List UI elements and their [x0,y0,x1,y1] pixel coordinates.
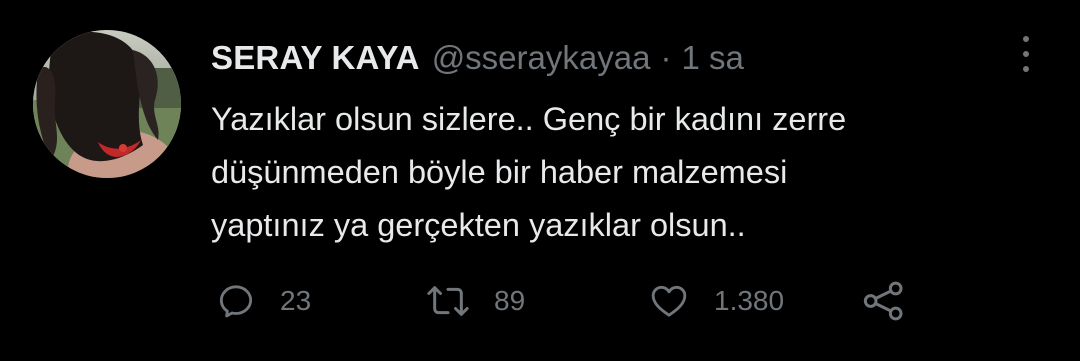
tweet-text-line: Yazıklar olsun sizlere.. Genç bir kadını… [211,101,847,137]
more-dot [1023,66,1029,72]
more-options-icon[interactable] [1012,36,1040,72]
like-count: 1.380 [714,285,785,316]
reply-count: 23 [280,285,312,316]
avatar-photo [33,30,181,178]
tweet-header: SERAY KAYA @sseraykayaa · 1 sa [211,38,744,78]
reply-icon [219,285,253,318]
avatar[interactable] [33,30,181,178]
share-icon [863,281,903,321]
heart-icon [651,285,687,317]
more-dot [1023,51,1029,57]
retweet-button[interactable]: 89 [426,280,525,322]
username-handle[interactable]: @sseraykayaa [432,39,651,77]
separator-dot: · [660,39,672,76]
more-dot [1023,36,1029,42]
reply-button[interactable]: 23 [216,280,311,322]
tweet-text: Yazıklar olsun sizlere.. Genç bir kadını… [211,93,1001,252]
action-bar: 23 89 1.380 [216,280,916,322]
display-name[interactable]: SERAY KAYA [211,39,420,77]
tweet-text-line: yaptınız ya gerçekten yazıklar olsun.. [211,207,746,243]
tweet-text-line: düşünmeden böyle bir haber malzemesi [211,154,788,190]
retweet-icon [427,286,469,316]
timestamp[interactable]: 1 sa [681,39,743,77]
retweet-count: 89 [494,285,526,316]
like-button[interactable]: 1.380 [648,280,784,322]
tweet[interactable]: SERAY KAYA @sseraykayaa · 1 sa Yazıklar … [0,0,1080,361]
share-button[interactable] [862,280,906,322]
